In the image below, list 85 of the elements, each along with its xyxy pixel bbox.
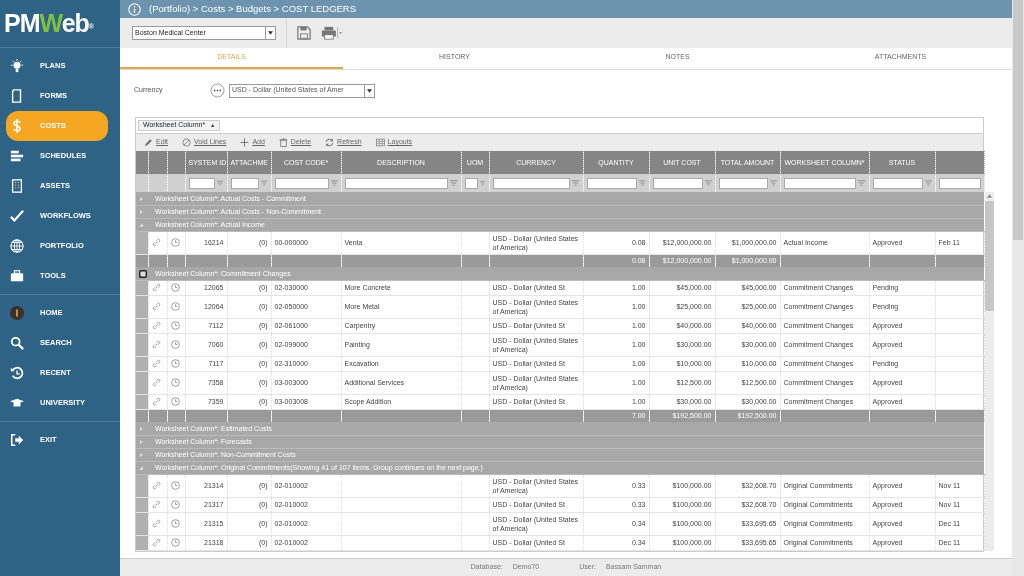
clock-icon[interactable] — [170, 538, 180, 548]
info-icon[interactable] — [128, 2, 141, 16]
caret-icon — [367, 88, 372, 93]
refresh-icon — [325, 138, 335, 147]
filter-field[interactable] — [586, 177, 637, 189]
link-icon[interactable] — [151, 340, 161, 350]
filter-icon[interactable] — [480, 180, 486, 186]
clock-icon[interactable] — [170, 238, 180, 248]
link-icon[interactable] — [151, 359, 161, 369]
clock-icon[interactable] — [170, 283, 180, 293]
link-icon[interactable] — [151, 397, 161, 407]
filter-field[interactable] — [188, 177, 216, 189]
bulb-icon — [10, 59, 24, 73]
print-icon[interactable] — [321, 26, 342, 40]
plus-icon — [240, 138, 250, 147]
document-icon — [10, 89, 24, 103]
pencil-icon — [144, 138, 153, 147]
link-icon[interactable] — [151, 481, 161, 491]
building-icon — [10, 179, 24, 193]
breadcrumb: (Portfolio) > Costs > Budgets > COST LEDGERS — [149, 1, 357, 16]
filter-icon[interactable] — [638, 180, 646, 186]
collapsed-arrow-icon[interactable] — [139, 210, 143, 215]
filter-icon[interactable] — [572, 180, 580, 186]
filter-icon[interactable] — [330, 180, 338, 186]
filter-icon[interactable] — [217, 180, 224, 186]
dollar-icon — [10, 119, 24, 133]
check-icon — [10, 209, 24, 223]
collapsed-arrow-icon[interactable] — [139, 426, 143, 431]
filter-field[interactable] — [872, 177, 923, 189]
graduation-cap-icon — [10, 396, 24, 410]
clock-icon[interactable] — [170, 397, 180, 407]
search-icon — [10, 336, 24, 350]
link-icon[interactable] — [151, 500, 161, 510]
filter-icon[interactable] — [769, 180, 777, 186]
scroll-up-icon[interactable] — [986, 194, 992, 198]
scrollbar[interactable] — [984, 192, 994, 551]
logo: PMWeb$^{®}$ — [4, 11, 93, 36]
trash-icon — [278, 138, 288, 147]
expanded-arrow-icon[interactable] — [139, 223, 143, 228]
filter-field[interactable] — [938, 177, 981, 189]
scrollbar[interactable] — [1012, 0, 1024, 576]
expanded-arrow-icon[interactable] — [139, 466, 143, 471]
exit-icon — [10, 433, 24, 447]
toolbox-icon — [10, 269, 24, 283]
save-icon[interactable] — [297, 26, 311, 40]
table-icon — [375, 138, 385, 147]
filter-field[interactable] — [492, 177, 571, 189]
collapsed-arrow-icon[interactable] — [139, 453, 143, 458]
filter-field[interactable] — [464, 177, 479, 189]
filter-icon[interactable] — [704, 180, 712, 186]
filter-field[interactable] — [783, 177, 857, 189]
link-icon[interactable] — [151, 302, 161, 312]
collapsed-arrow-icon[interactable] — [139, 196, 143, 201]
link-icon[interactable] — [151, 378, 161, 388]
void-icon — [182, 138, 192, 147]
filter-icon[interactable] — [450, 180, 458, 186]
filter-field[interactable] — [652, 177, 703, 189]
filter-field[interactable] — [230, 177, 260, 189]
filter-field[interactable] — [718, 177, 768, 189]
checkbox-icon[interactable] — [139, 269, 147, 278]
clock-icon[interactable] — [170, 378, 180, 388]
clock-icon[interactable] — [170, 340, 180, 350]
bars-icon — [10, 149, 24, 163]
ellipsis-icon[interactable] — [210, 83, 225, 98]
clock-icon[interactable] — [170, 359, 180, 369]
filter-icon[interactable] — [924, 180, 932, 186]
filter-field[interactable] — [274, 177, 329, 189]
link-icon[interactable] — [151, 283, 161, 293]
globe-icon — [10, 239, 24, 253]
link-icon[interactable] — [151, 538, 161, 548]
link-icon[interactable] — [151, 238, 161, 248]
collapsed-arrow-icon[interactable] — [139, 440, 143, 445]
caret-icon — [268, 31, 273, 35]
link-icon[interactable] — [151, 519, 161, 529]
clock-icon[interactable] — [170, 519, 180, 529]
filter-icon[interactable] — [858, 180, 866, 186]
filter-field[interactable] — [344, 177, 449, 189]
avatar-icon — [10, 306, 24, 320]
filter-icon[interactable] — [261, 180, 268, 186]
history-icon — [10, 366, 24, 380]
clock-icon[interactable] — [170, 500, 180, 510]
clock-icon[interactable] — [170, 481, 180, 491]
clock-icon[interactable] — [170, 302, 180, 312]
clock-icon[interactable] — [170, 321, 180, 331]
link-icon[interactable] — [151, 321, 161, 331]
